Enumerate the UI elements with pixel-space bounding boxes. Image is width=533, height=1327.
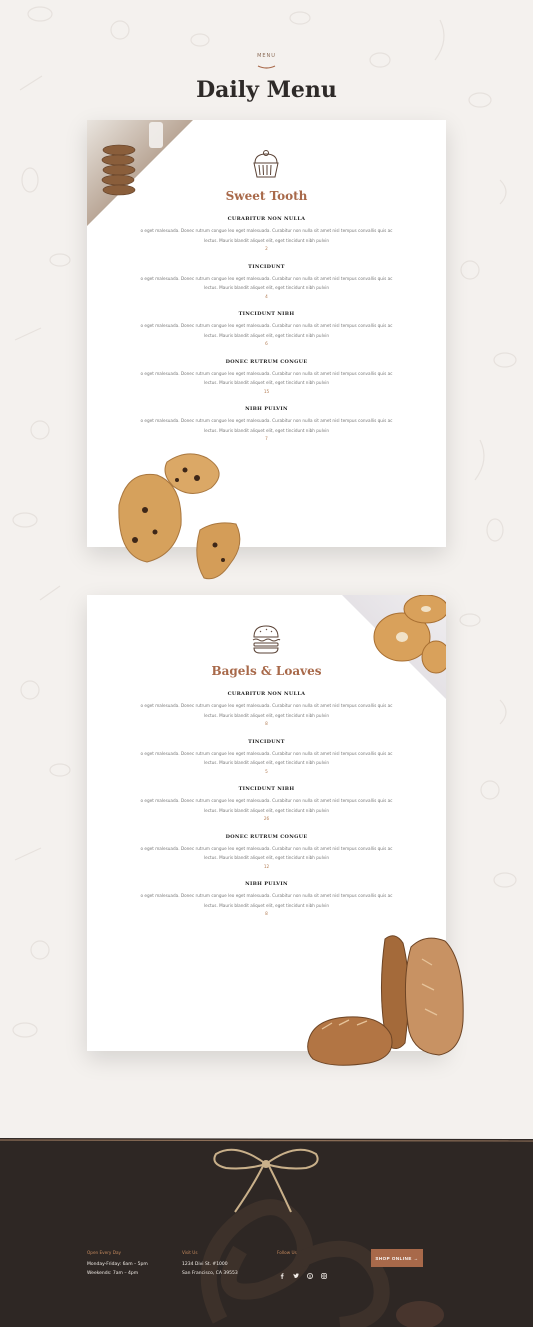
item-name: NIBH PULVIN [245, 881, 288, 887]
item-price: 2 [265, 246, 268, 251]
item-price: 15 [263, 388, 270, 394]
corner-photo-cookie-stack [87, 120, 193, 226]
item-price: 8 [265, 911, 268, 916]
pinterest-icon[interactable] [307, 1264, 313, 1279]
menu-item: NIBH PULVIN o eget malesuada. Donec rutr… [87, 406, 446, 454]
menu-card-bagels-loaves: Bagels & Loaves CURABITUR NON NULLA o eg… [87, 595, 464, 1066]
menu-item-list: CURABITUR NON NULLA o eget malesuada. Do… [87, 216, 446, 454]
bread-loaves-photo [307, 935, 464, 1066]
cookies-photo [118, 453, 241, 580]
footer-address-line2: San Francisco, CA 39553 [182, 1271, 238, 1276]
corner-photo-bagels [342, 595, 446, 699]
footer-hours-column: Open Every Day Monday-Friday: 6am – 5pm … [87, 1248, 148, 1278]
menu-item: DONEC RUTRUM CONGUE o eget malesuada. Do… [87, 834, 446, 882]
footer-hours-weekend: Weekends: 7am – 4pm [87, 1271, 139, 1276]
footer-hours-weekday: Monday-Friday: 6am – 5pm [87, 1262, 148, 1267]
section-eyebrow: MENU [257, 53, 276, 59]
menu-item: TINCIDUNT o eget malesuada. Donec rutrum… [87, 739, 446, 787]
item-price: 7 [265, 436, 268, 441]
item-description: o eget malesuada. Donec rutrum congue le… [140, 323, 393, 338]
cupcake-icon [253, 150, 279, 178]
item-name: DONEC RUTRUM CONGUE [225, 833, 308, 840]
menu-item: TINCIDUNT NIBH o eget malesuada. Donec r… [87, 786, 446, 834]
item-name: CURABITUR NON NULLA [227, 216, 306, 222]
burger-icon [252, 625, 281, 654]
footer-address-line1: 1234 Divi St. #1000 [182, 1262, 228, 1267]
footer-follow-title: Follow Us [277, 1250, 297, 1255]
item-name: TINCIDUNT [248, 263, 285, 270]
item-description: o eget malesuada. Donec rutrum congue le… [140, 845, 393, 861]
item-description: o eget malesuada. Donec rutrum congue le… [140, 275, 393, 291]
page-title: Daily Menu [196, 77, 337, 103]
item-name: DONEC RUTRUM CONGUE [225, 358, 308, 365]
twine-bow-icon [213, 1148, 319, 1213]
footer-visit-title: Visit Us [182, 1250, 198, 1255]
item-description: o eget malesuada. Donec rutrum congue le… [140, 228, 393, 243]
menu-item-list: CURABITUR NON NULLA o eget malesuada. Do… [87, 691, 446, 929]
menu-item: TINCIDUNT o eget malesuada. Donec rutrum… [87, 264, 446, 312]
menu-item: DONEC RUTRUM CONGUE o eget malesuada. Do… [87, 359, 446, 407]
item-price: 12 [263, 863, 270, 869]
instagram-icon[interactable] [321, 1264, 327, 1279]
footer-hours-title: Open Every Day [87, 1250, 122, 1255]
item-description: o eget malesuada. Donec rutrum congue le… [140, 893, 393, 908]
card-heading: Bagels & Loaves [211, 664, 322, 678]
menu-item: TINCIDUNT NIBH o eget malesuada. Donec r… [87, 311, 446, 359]
facebook-icon[interactable] [279, 1264, 285, 1279]
item-name: TINCIDUNT NIBH [238, 786, 295, 792]
footer-follow-column: Follow Us [277, 1248, 297, 1260]
menu-item: NIBH PULVIN o eget malesuada. Donec rutr… [87, 881, 446, 929]
item-description: o eget malesuada. Donec rutrum congue le… [140, 750, 393, 766]
item-name: CURABITUR NON NULLA [227, 691, 306, 697]
social-links [279, 1264, 327, 1279]
item-name: TINCIDUNT NIBH [238, 311, 295, 317]
item-description: o eget malesuada. Donec rutrum congue le… [140, 370, 393, 386]
item-price: 8 [265, 721, 268, 726]
menu-item: CURABITUR NON NULLA o eget malesuada. Do… [87, 691, 446, 739]
divider-swoosh-icon [257, 65, 276, 69]
item-price: 6 [265, 341, 268, 346]
item-name: TINCIDUNT [248, 738, 285, 745]
item-price: 4 [265, 293, 268, 299]
item-name: NIBH PULVIN [245, 406, 288, 412]
menu-card-sweet-tooth: Sweet Tooth CURABITUR NON NULLA o eget m… [87, 120, 446, 580]
item-description: o eget malesuada. Donec rutrum congue le… [140, 703, 393, 718]
item-description: o eget malesuada. Donec rutrum congue le… [140, 418, 393, 433]
shop-online-button[interactable]: SHOP ONLINE → [371, 1249, 423, 1267]
card-heading: Sweet Tooth [225, 189, 308, 203]
menu-item: CURABITUR NON NULLA o eget malesuada. Do… [87, 216, 446, 264]
item-price: 26 [263, 816, 270, 821]
item-price: 5 [265, 768, 268, 774]
twitter-icon[interactable] [293, 1264, 299, 1279]
item-description: o eget malesuada. Donec rutrum congue le… [140, 798, 393, 813]
footer-visit-column: Visit Us 1234 Divi St. #1000 San Francis… [182, 1248, 238, 1278]
